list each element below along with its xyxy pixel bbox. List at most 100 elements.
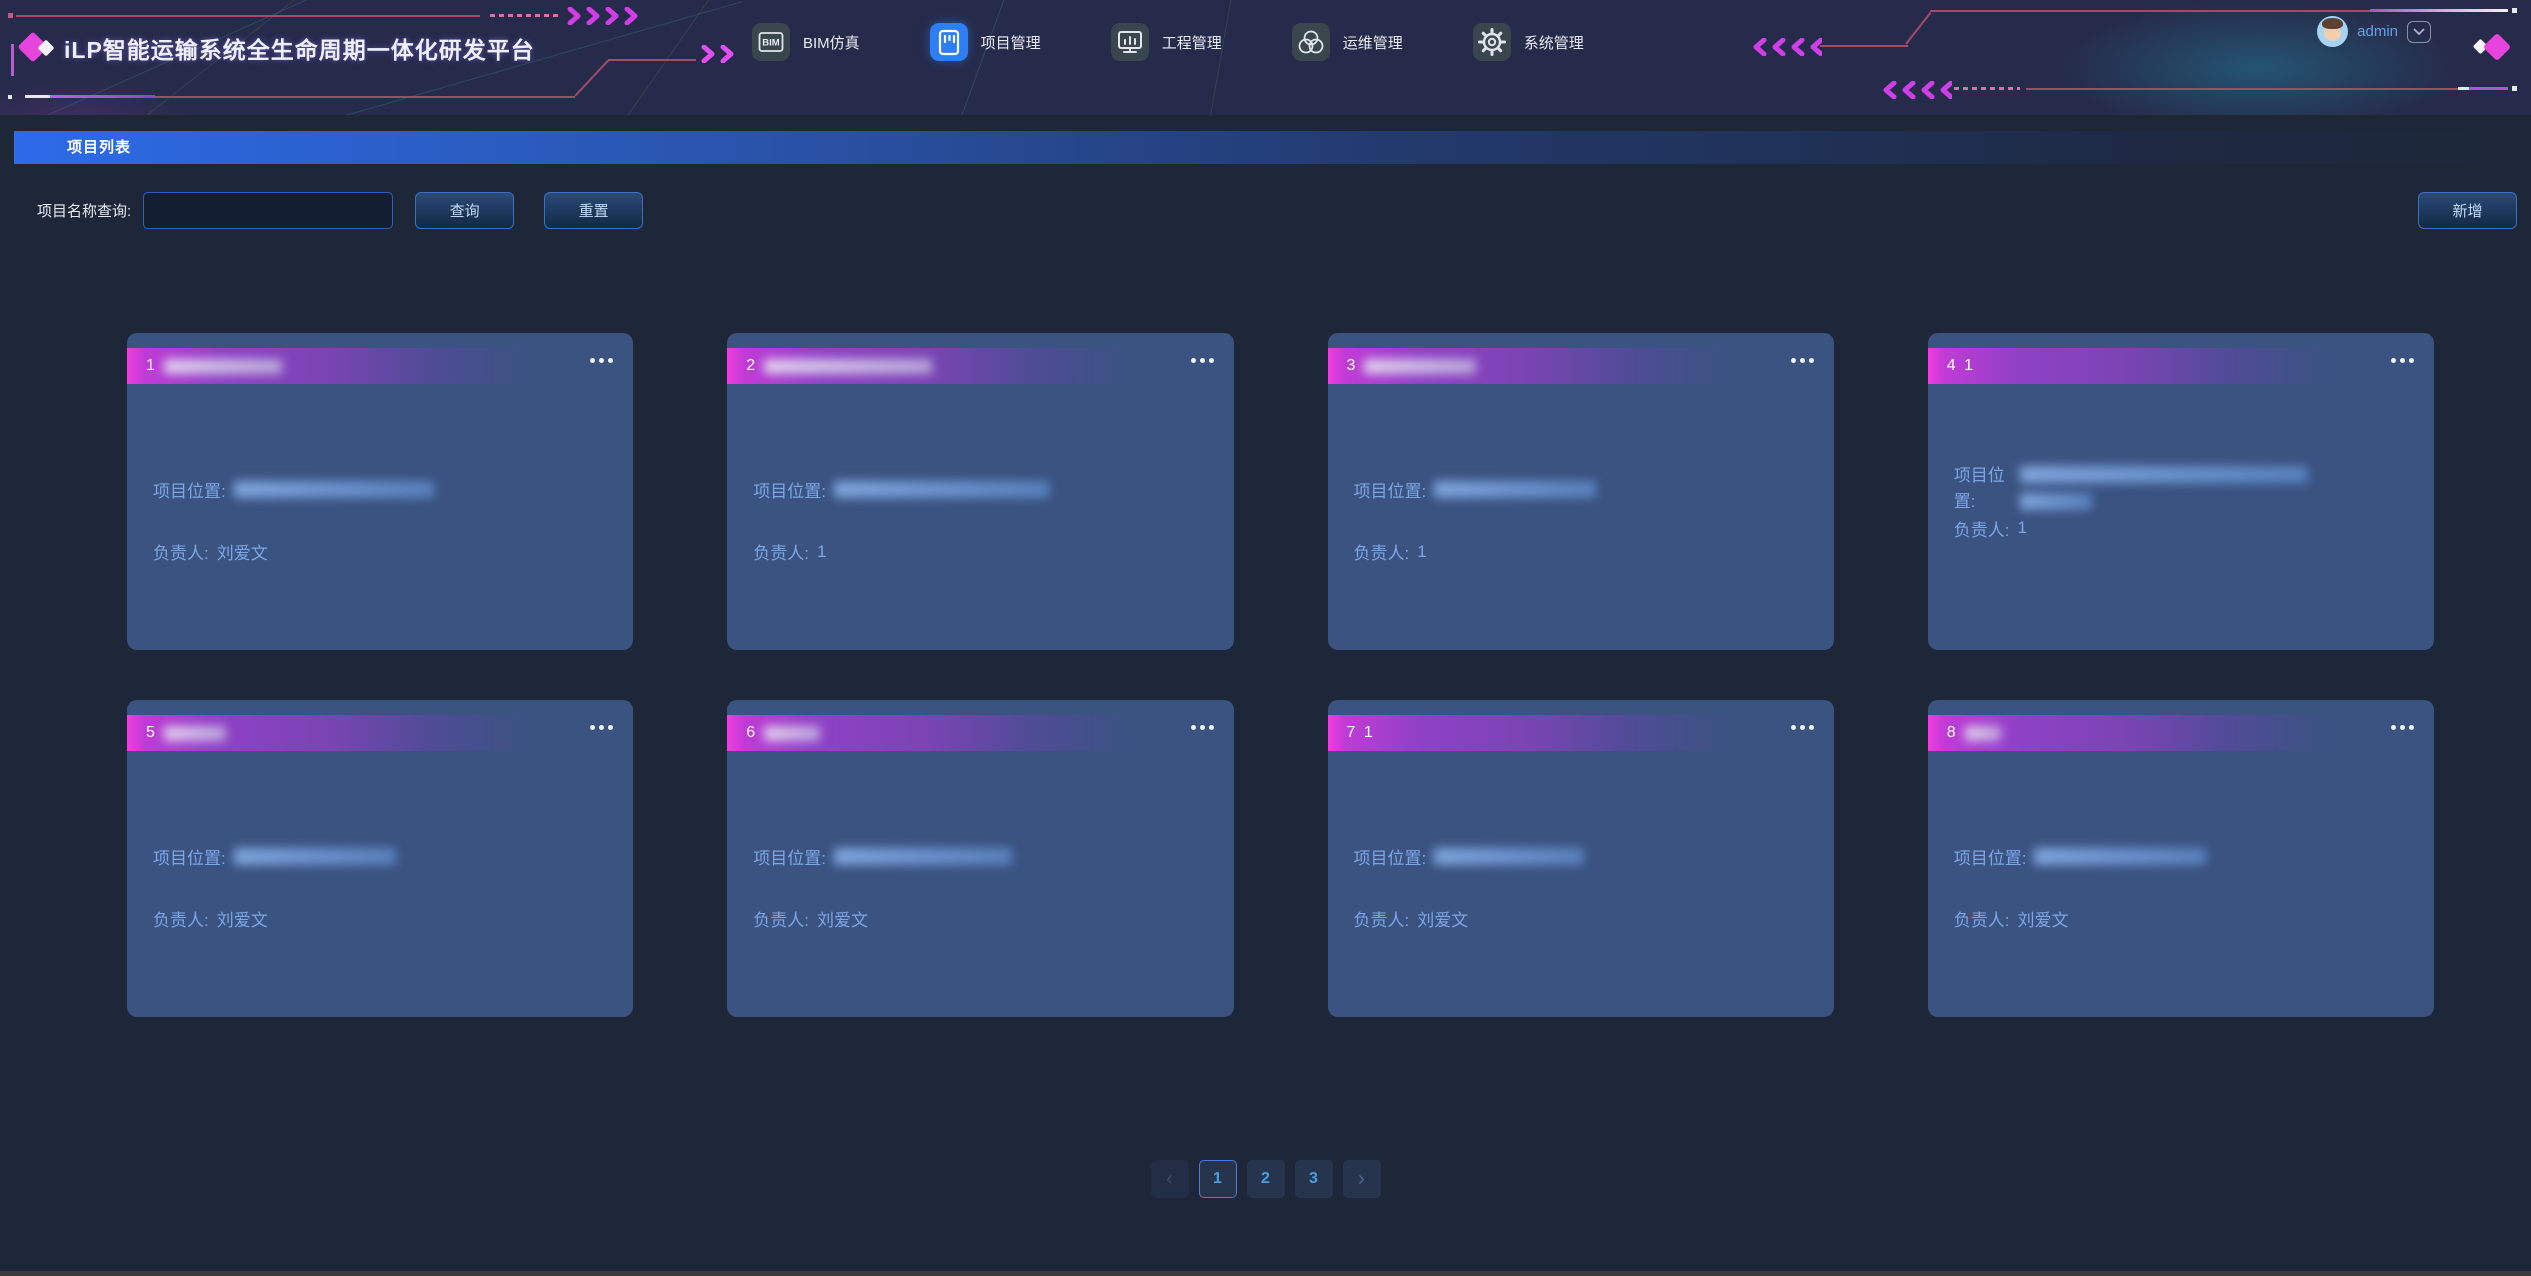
project-card-title: 1 [146,357,157,375]
section-title-bar: 项目列表 [14,131,2517,164]
project-location-field: 项目位置: [1354,477,1808,502]
user-dropdown-button[interactable] [2407,21,2431,43]
redacted-location-text [834,848,1012,865]
owner-value: 1 [1417,542,1426,562]
pagination: ‹ 1 2 3 › [0,1160,2531,1198]
card-more-options-button[interactable] [1191,725,1214,730]
location-label: 项目位置: [1954,463,2012,516]
bottom-edge-strip [0,1271,2531,1276]
top-nav-bar: iLP智能运输系统全生命周期一体化研发平台 BIM BIM仿真 [0,0,2531,115]
card-more-options-button[interactable] [1791,358,1814,363]
nav-item-label: 项目管理 [981,32,1041,53]
owner-label: 负责人: [153,539,209,564]
project-location-field: 项目位置: [153,477,607,502]
reset-button[interactable]: 重置 [544,192,643,229]
decorative-line [155,96,575,98]
nav-item-label: BIM仿真 [803,32,860,53]
project-name-search-input[interactable] [143,192,393,229]
project-location-field: 项目位置: [153,844,607,869]
decorative-line [50,95,155,98]
chevrons-right-icon [566,7,642,25]
project-location-field: 项目位置: [753,477,1207,502]
nav-item-label: 运维管理 [1343,32,1403,53]
project-card-header: 5 [127,715,542,751]
project-card-header: 6 [727,715,1142,751]
project-card[interactable]: 2 项目位置: 负责人: 1 [727,333,1233,650]
project-owner-field: 负责人: 1 [1354,539,1808,564]
redacted-location-text [234,481,434,498]
card-more-options-button[interactable] [590,358,613,363]
pagination-page-2[interactable]: 2 [1247,1160,1285,1198]
location-label: 项目位置: [1954,844,2027,869]
card-more-options-button[interactable] [1791,725,1814,730]
owner-label: 负责人: [1354,906,1410,931]
decorative-line [608,59,696,61]
project-owner-field: 负责人: 刘爱文 [753,906,1207,931]
project-card[interactable]: 8 项目位置: 负责人: 刘爱文 [1928,700,2434,1017]
redacted-location-text [234,848,396,865]
chevrons-right-icon [700,45,738,63]
project-card-grid: 1 项目位置: 负责人: 刘爱文 2 [127,333,2434,1017]
nav-item-system[interactable]: 系统管理 [1473,23,1584,61]
redacted-title-text [764,359,932,374]
card-more-options-button[interactable] [2391,725,2414,730]
project-card-header: 3 [1328,348,1743,384]
corner-decoration [2473,28,2517,68]
redacted-title-text [1364,359,1476,374]
chevrons-left-icon [1752,38,1822,56]
card-more-options-button[interactable] [2391,358,2414,363]
project-card[interactable]: 1 项目位置: 负责人: 刘爱文 [127,333,633,650]
pagination-page-1[interactable]: 1 [1199,1160,1237,1198]
owner-value: 刘爱文 [217,906,268,931]
decorative-dot [2512,8,2517,13]
owner-label: 负责人: [753,906,809,931]
card-more-options-button[interactable] [590,725,613,730]
project-owner-field: 负责人: 刘爱文 [153,906,607,931]
avatar[interactable] [2317,16,2348,47]
nav-item-project[interactable]: 项目管理 [930,23,1041,61]
decorative-line [16,15,480,17]
add-button[interactable]: 新增 [2418,192,2517,229]
nav-item-bim[interactable]: BIM BIM仿真 [752,23,860,61]
nav-item-operations[interactable]: 运维管理 [1292,23,1403,61]
nav-item-engineering[interactable]: 工程管理 [1111,23,1222,61]
pagination-page-3[interactable]: 3 [1295,1160,1333,1198]
project-card[interactable]: 5 项目位置: 负责人: 刘爱文 [127,700,633,1017]
app-window: iLP智能运输系统全生命周期一体化研发平台 BIM BIM仿真 [0,0,2531,1276]
owner-label: 负责人: [1954,516,2010,541]
nav-item-label: 系统管理 [1524,32,1584,53]
username: admin [2357,23,2398,40]
project-card-title: 8 [1947,724,1958,742]
monitor-chart-icon [1111,23,1149,61]
project-card[interactable]: 3 项目位置: 负责人: 1 [1328,333,1834,650]
decorative-diagonal-line [574,59,609,96]
decorative-line [1930,10,2370,12]
user-menu: admin [2317,16,2431,47]
card-more-options-button[interactable] [1191,358,1214,363]
project-card[interactable]: 6 项目位置: 负责人: 刘爱文 [727,700,1233,1017]
project-card-title: 6 [746,724,757,742]
owner-label: 负责人: [1354,539,1410,564]
pagination-prev-button[interactable]: ‹ [1151,1160,1189,1198]
redacted-title-text [164,726,226,741]
project-card-header: 8 [1928,715,2343,751]
project-card-header: 2 [727,348,1142,384]
project-owner-field: 负责人: 刘爱文 [1354,906,1808,931]
decorative-line [2458,87,2508,90]
owner-value: 刘爱文 [2017,906,2068,931]
project-card-header: 7 1 [1328,715,1743,751]
project-location-field: 项目位置: [1354,844,1808,869]
redacted-title-text [164,359,282,374]
location-label: 项目位置: [753,477,826,502]
project-owner-field: 负责人: 1 [1954,516,2408,541]
project-card[interactable]: 7 1 项目位置: 负责人: 刘爱文 [1328,700,1834,1017]
project-card-header: 1 [127,348,542,384]
chevron-down-icon [2413,28,2425,36]
project-card[interactable]: 4 1 项目位置: 负责人: 1 [1928,333,2434,650]
redacted-location-text [2034,848,2206,865]
owner-label: 负责人: [153,906,209,931]
query-button[interactable]: 查询 [415,192,514,229]
project-card-title: 3 [1347,357,1358,375]
decorative-line [2370,9,2508,12]
pagination-next-button[interactable]: › [1343,1160,1381,1198]
